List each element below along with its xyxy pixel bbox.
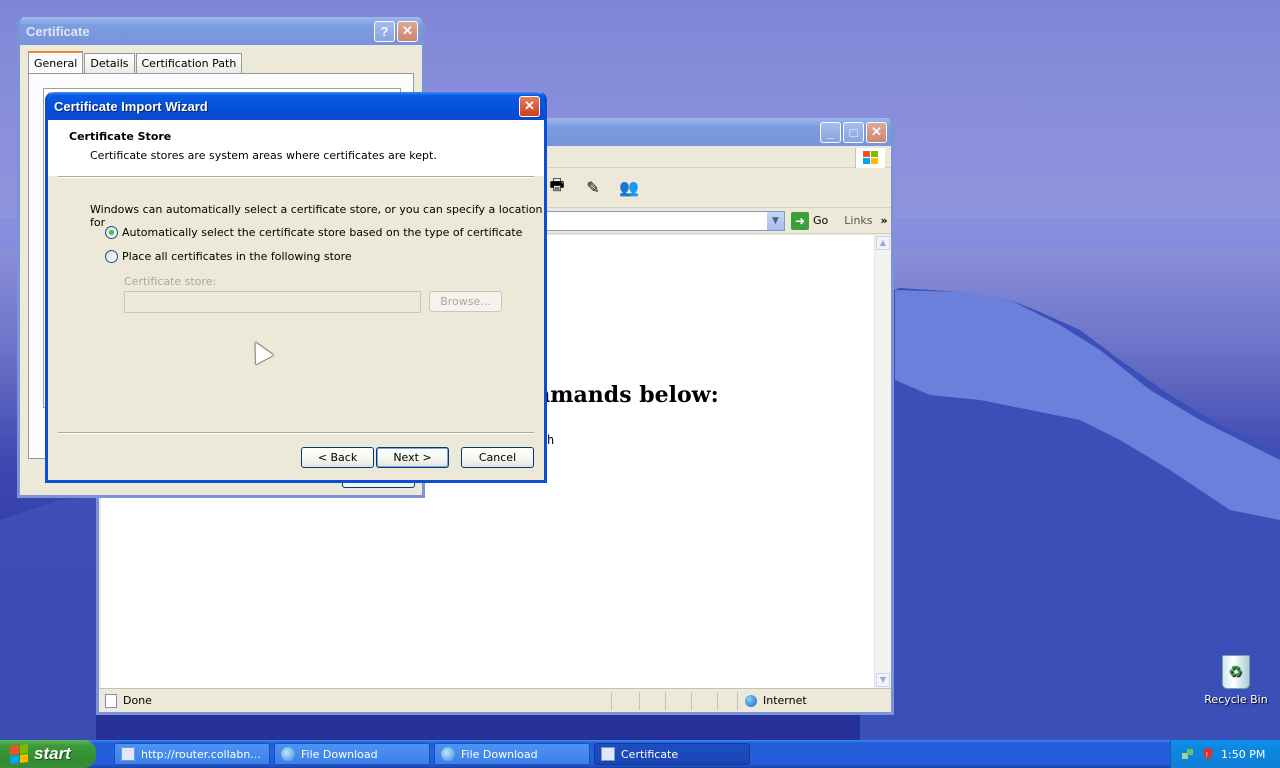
start-label: start xyxy=(34,744,71,763)
footer-divider xyxy=(58,432,534,434)
security-zone: Internet xyxy=(745,694,807,707)
go-label: Go xyxy=(813,214,829,227)
help-button[interactable]: ? xyxy=(374,20,395,42)
messenger-icon[interactable]: 👥 xyxy=(616,177,642,199)
back-button[interactable]: < Back xyxy=(301,447,374,468)
recycle-bin-label: Recycle Bin xyxy=(1204,693,1268,706)
task-label: File Download xyxy=(461,747,538,761)
go-button[interactable]: ➜ Go xyxy=(791,211,829,230)
status-separator xyxy=(691,692,692,710)
wizard-titlebar[interactable]: Certificate Import Wizard ✕ xyxy=(48,92,544,120)
status-separator xyxy=(737,692,738,710)
close-button[interactable]: ✕ xyxy=(519,95,540,117)
globe-icon xyxy=(745,694,757,707)
browse-button[interactable]: Browse... xyxy=(429,291,502,312)
radio-selected-icon[interactable] xyxy=(105,226,118,239)
status-bar: Done Internet xyxy=(99,688,891,712)
status-separator xyxy=(665,692,666,710)
wizard-header: Certificate Store Certificate stores are… xyxy=(48,120,544,176)
links-label[interactable]: Links xyxy=(844,214,872,227)
window-icon xyxy=(121,747,135,761)
windows-logo-icon xyxy=(855,148,885,168)
task-button-certificate[interactable]: Certificate xyxy=(594,743,750,765)
certificate-tabs: General Details Certification Path xyxy=(28,51,243,73)
radio-auto-select[interactable]: Automatically select the certificate sto… xyxy=(105,226,522,239)
zone-text: Internet xyxy=(763,694,807,707)
task-label: http://router.collabn... xyxy=(141,747,261,761)
close-button[interactable]: ✕ xyxy=(397,20,418,42)
task-button-file-download[interactable]: File Download xyxy=(274,743,430,765)
task-label: File Download xyxy=(301,747,378,761)
wizard-title: Certificate Import Wizard xyxy=(54,98,208,114)
cancel-button[interactable]: Cancel xyxy=(461,447,534,468)
section-title: Certificate Store xyxy=(69,130,172,143)
radio-unselected-icon[interactable] xyxy=(105,250,118,263)
status-text: Done xyxy=(123,694,152,707)
recycle-bin-icon xyxy=(1222,655,1250,689)
task-button-browser[interactable]: http://router.collabn... xyxy=(114,743,270,765)
maximize-button[interactable]: □ xyxy=(843,121,864,143)
task-button-file-download[interactable]: File Download xyxy=(434,743,590,765)
ie-icon xyxy=(281,747,295,761)
network-icon[interactable] xyxy=(1181,747,1195,761)
radio-auto-label[interactable]: Automatically select the certificate sto… xyxy=(122,226,522,239)
address-dropdown-icon[interactable]: ▼ xyxy=(767,211,784,230)
print-icon[interactable]: 🖶 xyxy=(544,175,570,199)
links-chevron-icon[interactable]: » xyxy=(881,214,888,227)
import-wizard-dialog: Certificate Import Wizard ✕ Certificate … xyxy=(45,92,547,483)
tab-certification-path[interactable]: Certification Path xyxy=(135,53,243,73)
section-description: Certificate stores are system areas wher… xyxy=(90,149,437,162)
status-separator xyxy=(717,692,718,710)
store-field[interactable] xyxy=(124,291,421,313)
scroll-up-icon[interactable]: ▲ xyxy=(876,236,890,250)
system-tray: ! 1:50 PM xyxy=(1170,740,1280,768)
tab-general[interactable]: General xyxy=(28,51,84,73)
clock[interactable]: 1:50 PM xyxy=(1221,748,1265,761)
status-separator xyxy=(639,692,640,710)
svg-text:!: ! xyxy=(1206,751,1209,759)
certificate-icon xyxy=(601,747,615,761)
scroll-down-icon[interactable]: ▼ xyxy=(876,673,890,687)
minimize-button[interactable]: _ xyxy=(820,121,841,143)
store-label: Certificate store: xyxy=(124,275,217,288)
taskbar: start http://router.collabn... File Down… xyxy=(0,740,1280,768)
header-divider xyxy=(58,176,534,178)
certificate-titlebar[interactable]: Certificate ? ✕ xyxy=(20,17,422,45)
radio-manual-label[interactable]: Place all certificates in the following … xyxy=(122,250,352,263)
tab-details[interactable]: Details xyxy=(84,53,135,73)
radio-place-in-store[interactable]: Place all certificates in the following … xyxy=(105,250,352,263)
recycle-bin[interactable]: Recycle Bin xyxy=(1200,655,1272,706)
close-button[interactable]: ✕ xyxy=(866,121,887,143)
vertical-scrollbar[interactable]: ▲ ▼ xyxy=(874,235,891,688)
security-shield-icon[interactable]: ! xyxy=(1201,747,1215,761)
page-icon xyxy=(105,693,117,708)
certificate-title: Certificate xyxy=(26,23,90,39)
edit-icon[interactable]: ✎ xyxy=(580,177,606,199)
start-button[interactable]: start xyxy=(0,740,96,768)
status-separator xyxy=(611,692,612,710)
next-button[interactable]: Next > xyxy=(376,447,449,468)
page-command-text: h xyxy=(547,433,555,447)
go-arrow-icon: ➜ xyxy=(791,211,809,230)
windows-flag-icon xyxy=(10,744,28,764)
ie-icon xyxy=(441,747,455,761)
task-label: Certificate xyxy=(621,747,679,761)
